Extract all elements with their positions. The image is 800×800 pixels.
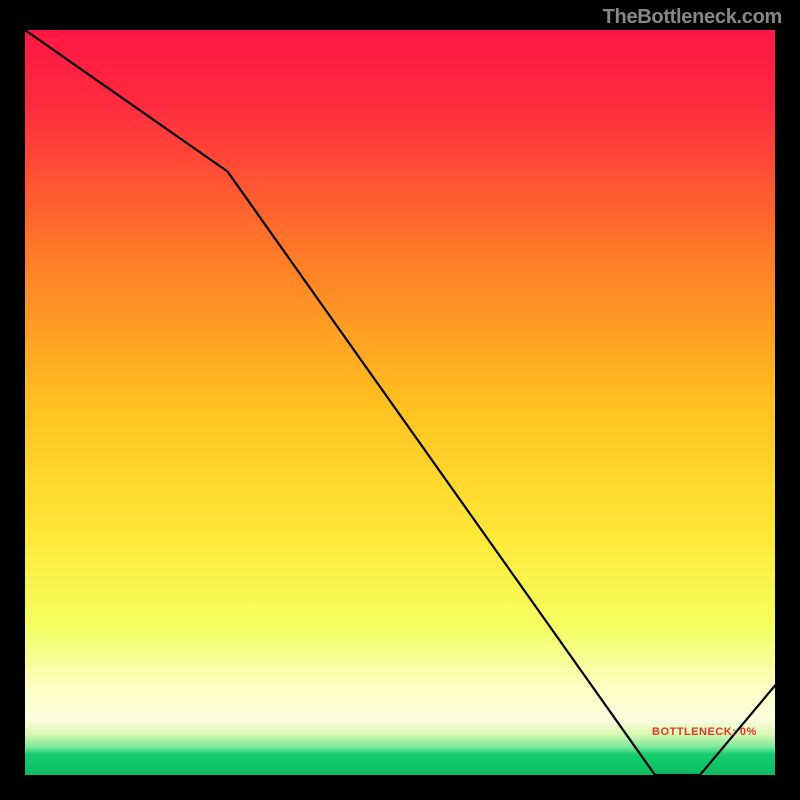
chart-container: TheBottleneck.com [0,0,800,800]
bottleneck-label: BOTTLENECK: 0% [652,726,757,738]
chart-line [25,30,775,775]
plot-area: BOTTLENECK: 0% [25,30,775,775]
watermark-text: TheBottleneck.com [603,6,782,29]
